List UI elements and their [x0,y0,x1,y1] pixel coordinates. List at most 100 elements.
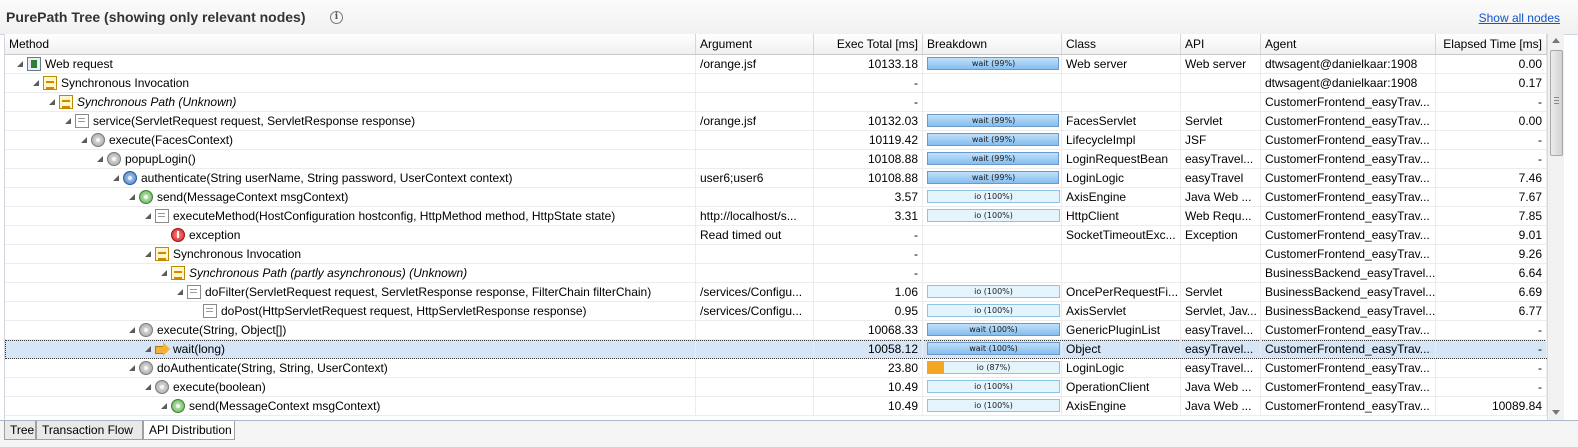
breakdown-label: io (100%) [974,382,1013,391]
tree-expanded-twisty-icon[interactable] [145,251,151,257]
tree-expanded-twisty-icon[interactable] [129,327,135,333]
tab-tree[interactable]: Tree [4,421,36,440]
table-row[interactable]: doAuthenticate(String, String, UserConte… [5,359,1547,378]
argument-cell: user6;user6 [696,169,814,187]
table-row[interactable]: execute(FacesContext) 10119.42 LifecycleIm… [5,131,1547,150]
class-cell [1062,93,1181,111]
exec-total-cell: 3.31 [814,207,923,225]
breakdown-label: io (100%) [974,306,1013,315]
exec-total-cell: 10058.12 [814,340,923,358]
table-row[interactable]: Synchronous Path (Unknown) - CustomerFront… [5,93,1547,112]
tree-expanded-twisty-icon[interactable] [177,289,183,295]
table-row[interactable]: Synchronous Invocation - CustomerFrontend_… [5,245,1547,264]
tree-expanded-twisty-icon[interactable] [161,403,167,409]
exec-total-cell: 23.80 [814,359,923,377]
tab-api-distribution[interactable]: API Distribution [143,421,235,440]
exception-icon [171,228,185,242]
column-header-api[interactable]: API [1181,34,1261,54]
tab-transaction-flow[interactable]: Transaction Flow [36,421,143,440]
breakdown-cell: io (100%) [923,207,1062,225]
exec-total-cell: 10108.88 [814,169,923,187]
tree-expanded-twisty-icon[interactable] [65,118,71,124]
api-cell: Web Requ... [1181,207,1261,225]
column-header-method[interactable]: Method [5,34,696,54]
show-all-nodes-link[interactable]: Show all nodes [1479,11,1560,25]
column-header-elapsed[interactable]: Elapsed Time [ms] [1436,34,1547,54]
agent-cell: CustomerFrontend_easyTrav... [1261,188,1436,206]
web-request-icon [27,57,41,71]
table-row[interactable]: Synchronous Invocation - dtwsagent@danielk… [5,74,1547,93]
class-cell [1062,74,1181,92]
elapsed-cell: 6.64 [1436,264,1547,282]
elapsed-cell: - [1436,321,1547,339]
servlet-document-icon [187,285,201,299]
api-cell [1181,74,1261,92]
tree-expanded-twisty-icon[interactable] [49,99,55,105]
table-row[interactable]: execute(boolean) 10.49 OperationClient Java… [5,378,1547,397]
table-row[interactable]: exception Read timed out - SocketTimeoutExc… [5,226,1547,245]
breakdown-cell: io (100%) [923,397,1062,415]
table-row[interactable]: Synchronous Path (partly asynchronous) (… [5,264,1547,283]
table-row[interactable]: service(ServletRequest request, ServletR… [5,112,1547,131]
table-row[interactable]: executeMethod(HostConfiguration hostconf… [5,207,1547,226]
table-row[interactable]: authenticate(String userName, String pas… [5,169,1547,188]
table-row[interactable]: execute(String, Object[]) 10068.33 Generic… [5,321,1547,340]
method-cell: Synchronous Invocation [5,74,696,92]
table-row[interactable]: wait(long) 10058.12 Object easyTravel... Cus… [5,340,1547,359]
column-header-class[interactable]: Class [1062,34,1181,54]
method-name: exception [189,228,241,242]
exec-total-cell: - [814,226,923,244]
column-header-exec-total[interactable]: Exec Total [ms] [814,34,923,54]
argument-cell [696,131,814,149]
tree-expanded-twisty-icon[interactable] [161,270,167,276]
scrollbar-thumb[interactable] [1550,50,1563,156]
column-header-argument[interactable]: Argument [696,34,814,54]
synchronous-invocation-icon [43,76,57,90]
table-row[interactable]: send(MessageContext msgContext) 3.57 AxisE… [5,188,1547,207]
column-header-breakdown[interactable]: Breakdown [923,34,1062,54]
argument-cell [696,397,814,415]
tree-expanded-twisty-icon[interactable] [145,213,151,219]
method-name: send(MessageContext msgContext) [157,190,349,204]
tree-expanded-twisty-icon[interactable] [17,61,23,67]
agent-cell: CustomerFrontend_easyTrav... [1261,93,1436,111]
method-cell: popupLogin() [5,150,696,168]
column-header-agent[interactable]: Agent [1261,34,1436,54]
scroll-down-arrow-icon[interactable] [1548,406,1564,420]
table-row[interactable]: doFilter(ServletRequest request, Servlet… [5,283,1547,302]
method-cell: execute(String, Object[]) [5,321,696,339]
tree-expanded-twisty-icon[interactable] [81,137,87,143]
tree-expanded-twisty-icon[interactable] [129,365,135,371]
table-row[interactable]: doPost(HttpServletRequest request, HttpS… [5,302,1547,321]
method-icon [139,361,153,375]
exec-total-cell: 0.95 [814,302,923,320]
purepath-tree-table[interactable]: Method Argument Exec Total [ms] Breakdown Cl… [4,34,1547,420]
method-name: doAuthenticate(String, String, UserConte… [157,361,388,375]
class-cell: Web server [1062,55,1181,73]
tree-expanded-twisty-icon[interactable] [33,80,39,86]
vertical-scrollbar[interactable] [1547,34,1564,420]
table-row[interactable]: send(MessageContext msgContext) 10.49 Axis… [5,397,1547,416]
agent-cell: BusinessBackend_easyTravel... [1261,283,1436,301]
method-cell: doPost(HttpServletRequest request, HttpS… [5,302,696,320]
tree-expanded-twisty-icon[interactable] [113,175,119,181]
breakdown-label: wait (99%) [971,116,1016,125]
method-cell: exception [5,226,696,244]
info-icon[interactable]: i [330,11,343,24]
http-document-icon [155,209,169,223]
view-tabs: Tree Transaction Flow API Distribution [0,420,1578,447]
table-row[interactable]: popupLogin() 10108.88 LoginRequestBean easy… [5,150,1547,169]
scroll-up-arrow-icon[interactable] [1548,34,1564,48]
agent-cell: CustomerFrontend_easyTrav... [1261,226,1436,244]
breakdown-cell: wait (99%) [923,112,1062,130]
table-row[interactable]: Web request/orange.jsf 10133.18 Web server… [5,55,1547,74]
elapsed-cell: 6.69 [1436,283,1547,301]
breakdown-bar: io (100%) [927,285,1060,298]
agent-cell: CustomerFrontend_easyTrav... [1261,321,1436,339]
tree-expanded-twisty-icon[interactable] [129,194,135,200]
tree-expanded-twisty-icon[interactable] [145,346,151,352]
tree-expanded-twisty-icon[interactable] [145,384,151,390]
api-cell: easyTravel... [1181,321,1261,339]
api-cell: Java Web ... [1181,188,1261,206]
tree-expanded-twisty-icon[interactable] [97,156,103,162]
